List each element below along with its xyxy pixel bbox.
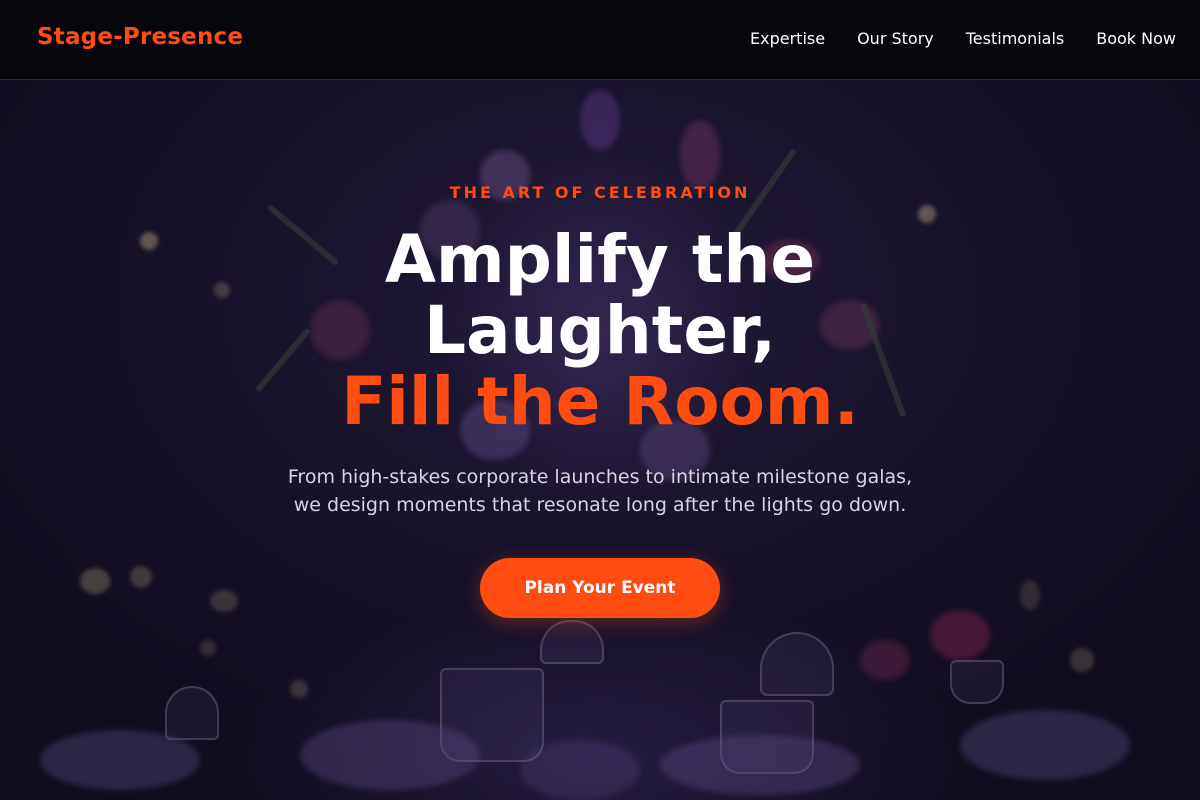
hero-subtext: From high-stakes corporate launches to i… [0, 463, 1200, 519]
subtext-line-2: we design moments that resonate long aft… [293, 494, 907, 516]
headline-accent: Fill the Room. [341, 363, 859, 440]
page: Stage-Presence Expertise Our Story Testi… [0, 0, 1200, 800]
plan-your-event-button[interactable]: Plan Your Event [480, 558, 720, 618]
headline-line-1: Amplify the [384, 221, 816, 298]
nav-link-expertise[interactable]: Expertise [750, 29, 825, 48]
top-navbar: Stage-Presence Expertise Our Story Testi… [0, 0, 1200, 80]
subtext-line-1: From high-stakes corporate launches to i… [287, 466, 913, 488]
hero-section: THE ART OF CELEBRATION Amplify the Laugh… [0, 0, 1200, 800]
headline-line-2: Laughter, [423, 292, 777, 369]
nav-link-our-story[interactable]: Our Story [857, 29, 934, 48]
brand-logo[interactable]: Stage-Presence [37, 24, 243, 50]
hero-headline: Amplify the Laughter, Fill the Room. [0, 224, 1200, 437]
nav-link-testimonials[interactable]: Testimonials [966, 29, 1065, 48]
main-nav: Expertise Our Story Testimonials Book No… [750, 29, 1176, 48]
nav-link-book-now[interactable]: Book Now [1096, 29, 1176, 48]
hero-eyebrow: THE ART OF CELEBRATION [449, 183, 751, 202]
